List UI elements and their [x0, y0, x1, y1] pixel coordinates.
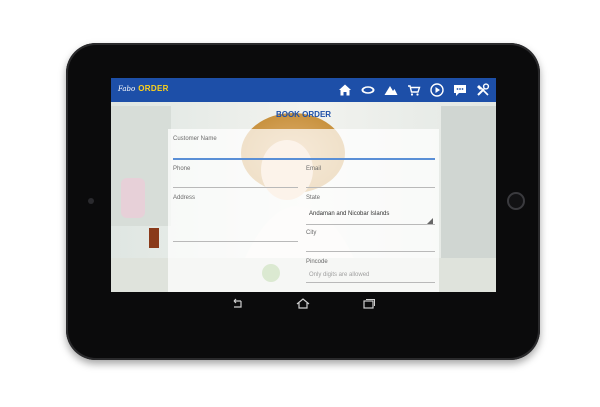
header-toolbar: [336, 81, 492, 99]
city-label: City: [306, 230, 317, 236]
message-icon[interactable]: [451, 81, 469, 99]
front-camera: [88, 198, 94, 204]
play-icon[interactable]: [428, 81, 446, 99]
tools-icon[interactable]: [474, 81, 492, 99]
state-underline: [306, 224, 435, 225]
back-icon[interactable]: [230, 297, 244, 309]
tablet-home-button[interactable]: [507, 192, 525, 210]
android-navigation-bar: [111, 292, 496, 314]
home-icon[interactable]: [336, 81, 354, 99]
customer-name-label: Customer Name: [173, 136, 217, 142]
page-title: BOOK ORDER: [275, 110, 332, 119]
pincode-input[interactable]: Only digits are allowed: [309, 272, 369, 278]
email-field[interactable]: [306, 187, 435, 188]
phone-field[interactable]: [173, 187, 298, 188]
phone-label: Phone: [173, 166, 191, 172]
customer-name-field[interactable]: [173, 158, 435, 160]
recent-apps-icon[interactable]: [362, 297, 376, 309]
pincode-underline: [306, 282, 435, 283]
address-label: Address: [173, 195, 196, 201]
home-icon[interactable]: [296, 297, 310, 309]
city-field[interactable]: [306, 251, 435, 252]
app-header: Fabo ORDER: [111, 78, 496, 102]
address-field[interactable]: [173, 241, 298, 242]
brand: Fabo ORDER: [118, 84, 169, 93]
mountain-icon[interactable]: [382, 81, 400, 99]
pincode-label: Pincode: [306, 259, 328, 265]
app-title: ORDER: [138, 84, 169, 93]
brand-logo: Fabo: [118, 84, 136, 93]
chat-bubble-icon[interactable]: [359, 81, 377, 99]
state-label: State: [306, 195, 321, 201]
state-select[interactable]: Andaman and Nicobar Islands: [309, 211, 389, 217]
cart-icon[interactable]: [405, 81, 423, 99]
book-order-form: Customer Name Phone Email Address State …: [168, 129, 439, 292]
email-label: Email: [306, 166, 322, 172]
app-screen: Fabo ORDER BOOK ORDER Customer Name Phon…: [111, 78, 496, 292]
